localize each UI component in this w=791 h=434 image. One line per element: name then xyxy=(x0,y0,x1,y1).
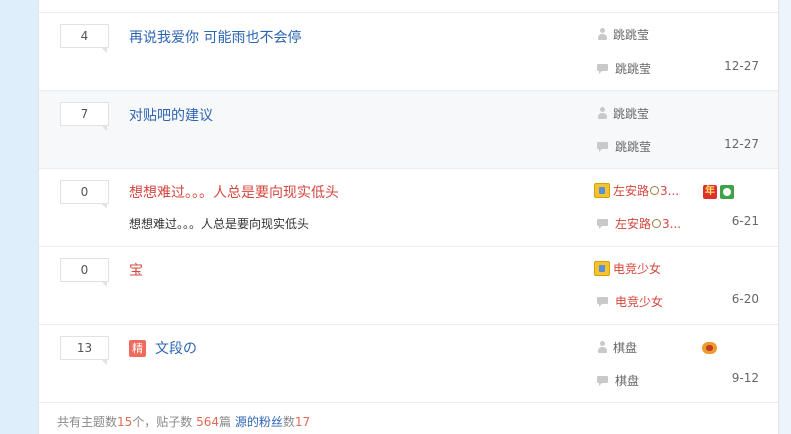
stats-text: 个，贴子数 xyxy=(132,415,197,429)
thread-title-link[interactable]: 宝 xyxy=(129,260,143,280)
thread-title-wrap: 精文段の xyxy=(129,338,197,358)
last-reply-name[interactable]: 跳跳莹 xyxy=(615,140,651,154)
reply-bubble-icon xyxy=(596,375,609,387)
thread-row: 13 精文段の 棋盘 棋盘 9-12 xyxy=(39,325,778,403)
last-reply-date: 12-27 xyxy=(724,59,759,73)
last-reply-author[interactable]: 跳跳莹 xyxy=(596,61,651,77)
author-name[interactable]: 跳跳莹 xyxy=(613,28,649,42)
post-count: 564 xyxy=(196,415,220,429)
magnifier-icon xyxy=(652,219,662,228)
left-background xyxy=(0,0,38,434)
thread-list-panel: 4 再说我爱你 可能雨也不会停 跳跳莹 跳跳莹 12-27 7 对贴吧的建议 跳… xyxy=(38,0,779,434)
fans-count: 17 xyxy=(294,415,311,429)
user-icon xyxy=(596,341,609,354)
last-reply-date: 6-20 xyxy=(731,292,759,306)
thread-row: 0 想想难过。。。人总是要向现实低头 想想难过。。。人总是要向现实低头 左安路 3… xyxy=(39,169,778,247)
last-reply-author[interactable]: 电竞少女 xyxy=(596,294,663,310)
topic-count: 15 xyxy=(117,415,133,429)
last-reply-name[interactable]: 电竞少女 xyxy=(615,295,663,309)
last-reply-name[interactable]: 左安路 xyxy=(615,217,651,231)
game-badge-icon xyxy=(702,342,717,354)
reply-count: 13 xyxy=(60,336,109,365)
thread-title-link[interactable]: 对贴吧的建议 xyxy=(129,105,213,125)
thread-author[interactable]: 左安路 3... xyxy=(594,183,679,199)
thread-author[interactable]: 跳跳莹 xyxy=(596,27,649,43)
thread-title-link[interactable]: 文段の xyxy=(155,341,197,357)
thread-author[interactable]: 电竞少女 xyxy=(594,261,661,277)
author-name[interactable]: 跳跳莹 xyxy=(613,107,649,121)
user-icon xyxy=(596,28,609,41)
thread-author[interactable]: 跳跳莹 xyxy=(596,106,649,122)
user-icon xyxy=(596,107,609,120)
last-reply-name[interactable]: 跳跳莹 xyxy=(615,62,651,76)
last-reply-author[interactable]: 跳跳莹 xyxy=(596,139,651,155)
thread-row: 4 再说我爱你 可能雨也不会停 跳跳莹 跳跳莹 12-27 xyxy=(39,13,778,91)
reply-bubble-icon xyxy=(596,141,609,153)
last-reply-date: 6-21 xyxy=(731,214,759,228)
forum-stats: 共有主题数15个，贴子数 564篇 源的粉丝数17 xyxy=(57,413,310,430)
author-name[interactable]: 电竞少女 xyxy=(613,262,661,276)
author-name[interactable]: 棋盘 xyxy=(613,341,637,355)
green-badge-icon xyxy=(720,185,734,199)
author-name[interactable]: 左安路 xyxy=(613,184,649,198)
magnifier-icon xyxy=(650,186,660,195)
thread-title-link[interactable]: 再说我爱你 可能雨也不会停 xyxy=(129,27,301,47)
last-reply-date: 12-27 xyxy=(724,137,759,151)
reply-count: 4 xyxy=(60,24,109,53)
thread-row: 0 宝 电竞少女 电竞少女 6-20 xyxy=(39,247,778,325)
reply-bubble-icon xyxy=(596,296,609,308)
author-name-suffix[interactable]: 3... xyxy=(660,184,679,198)
stats-text: 篇 xyxy=(219,415,235,429)
stats-text: 共有主题数 xyxy=(57,415,118,429)
thread-row: 7 对贴吧的建议 跳跳莹 跳跳莹 12-27 xyxy=(39,91,778,169)
thread-author[interactable]: 棋盘 xyxy=(596,340,637,356)
thread-title-link[interactable]: 想想难过。。。人总是要向现实低头 xyxy=(129,182,339,202)
last-reply-name[interactable]: 棋盘 xyxy=(615,374,639,388)
reply-count: 0 xyxy=(60,180,109,209)
level-badge-icon xyxy=(594,261,610,276)
essence-badge: 精 xyxy=(129,340,146,357)
last-reply-date: 9-12 xyxy=(731,371,759,385)
fans-link[interactable]: 源的粉丝 xyxy=(235,415,283,429)
last-reply-suffix[interactable]: 3... xyxy=(662,217,681,231)
nian-badge-icon: 年 xyxy=(703,185,717,199)
last-reply-author[interactable]: 左安路 3... xyxy=(596,216,681,232)
reply-bubble-icon xyxy=(596,218,609,230)
stats-text: 数 xyxy=(282,415,295,429)
level-badge-icon xyxy=(594,183,610,198)
reply-count: 0 xyxy=(60,258,109,287)
thread-abstract: 想想难过。。。人总是要向现实低头 xyxy=(129,217,310,231)
last-reply-author[interactable]: 棋盘 xyxy=(596,373,639,389)
right-background xyxy=(778,0,791,434)
reply-count: 7 xyxy=(60,102,109,131)
reply-bubble-icon xyxy=(596,63,609,75)
